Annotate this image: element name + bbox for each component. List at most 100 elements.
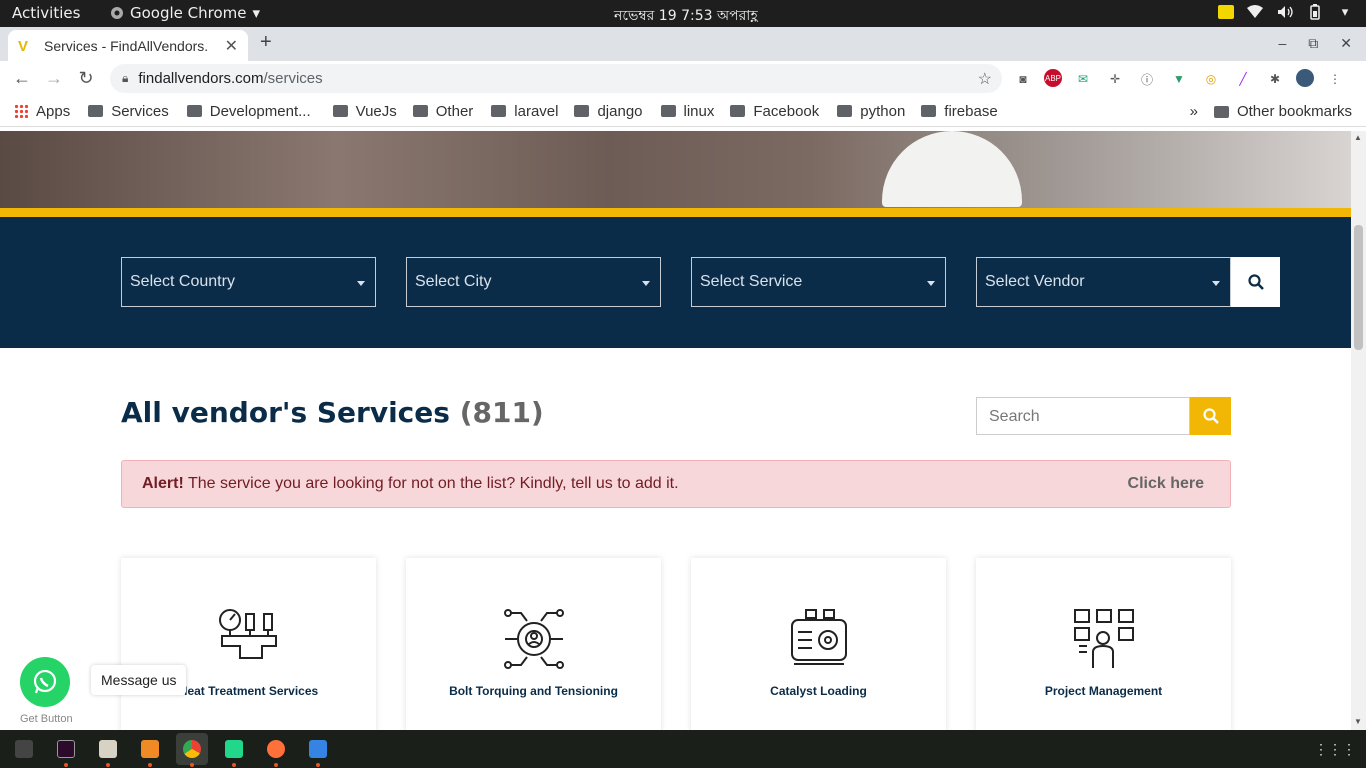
folder-icon [837, 105, 853, 117]
puzzle-icon[interactable]: ✱ [1264, 69, 1286, 89]
services-count: (811) [459, 396, 544, 429]
vendor-select[interactable]: Select Vendor [976, 257, 1231, 307]
profile-icon[interactable] [1296, 69, 1314, 87]
code-icon[interactable]: ⓘ [1136, 69, 1158, 89]
vue-icon[interactable]: ▼ [1168, 69, 1190, 89]
bookmark-folder[interactable]: Other [412, 103, 473, 120]
bookmark-folder[interactable]: linux [660, 103, 714, 120]
abp-icon[interactable]: ABP [1044, 69, 1062, 87]
battery-icon[interactable] [1306, 3, 1324, 21]
bookmark-folder[interactable]: VueJs [332, 102, 397, 120]
show-applications-icon[interactable]: ⋮⋮⋮ [1314, 741, 1356, 758]
url-domain: findallvendors.com [138, 70, 264, 87]
forward-icon[interactable]: → [38, 68, 70, 89]
close-tab-icon[interactable]: ✕ [225, 36, 238, 56]
folder-icon [88, 105, 104, 117]
lock-icon[interactable]: 🔒︎ [122, 71, 128, 86]
bookmarks-overflow-button[interactable]: » [1190, 103, 1198, 120]
system-tray[interactable]: ▾ [1218, 3, 1354, 21]
scrollbar-thumb[interactable] [1354, 225, 1363, 350]
alert-banner: Alert! The service you are looking for n… [121, 460, 1231, 508]
bookmark-label: VueJs [355, 102, 397, 120]
apps-grid-icon [14, 104, 28, 118]
filter-search-button[interactable] [1231, 257, 1280, 307]
text-editor-icon[interactable] [302, 733, 334, 767]
bolt-gear-icon [504, 609, 564, 669]
bookmark-folder[interactable]: firebase [921, 103, 998, 120]
page-title: All vendor's Services (811) [121, 396, 544, 429]
close-window-button[interactable]: ✕ [1340, 35, 1352, 52]
alert-strong: Alert! [142, 475, 184, 492]
country-select-label: Select Country [130, 273, 235, 290]
camera-icon[interactable]: ◙ [1012, 69, 1034, 89]
bookmark-folder[interactable]: Development... [186, 103, 311, 120]
bookmark-folder[interactable]: django [574, 103, 643, 120]
hero-banner-image [0, 131, 1351, 208]
service-card[interactable]: Project Management [976, 558, 1231, 730]
bookmark-folder[interactable]: laravel [491, 103, 558, 120]
sublime-text-icon[interactable] [134, 733, 166, 767]
folder-icon [921, 105, 937, 117]
new-tab-button[interactable]: + [260, 31, 272, 54]
folder-icon [412, 105, 428, 117]
back-icon[interactable]: ← [6, 68, 38, 89]
clock[interactable]: নভেম্বর 19 7:53 অপরাহ্ণ [614, 4, 758, 28]
address-bar[interactable]: 🔒︎ findallvendors.com/services ☆ [110, 64, 1002, 93]
app-menu[interactable]: Google Chrome ▾ [110, 4, 260, 22]
service-card[interactable]: Catalyst Loading [691, 558, 946, 730]
chrome-icon[interactable] [176, 733, 208, 767]
service-select[interactable]: Select Service [691, 257, 946, 307]
whatsapp-message-bubble[interactable]: Message us [91, 665, 187, 695]
files-icon[interactable] [92, 733, 124, 767]
findallvendors-favicon-icon: V [18, 37, 29, 55]
pen-icon[interactable]: ╱ [1232, 69, 1254, 89]
click-here-link[interactable]: Click here [1128, 475, 1204, 493]
services-search-button[interactable] [1190, 397, 1231, 435]
service-card[interactable]: Bolt Torquing and Tensioning [406, 558, 661, 730]
restore-button[interactable]: ⧉ [1308, 35, 1318, 52]
whatsapp-button[interactable] [20, 657, 70, 707]
caret-down-icon [1212, 281, 1220, 286]
whatsapp-icon [33, 669, 57, 694]
get-button-credit[interactable]: Get Button [20, 713, 73, 725]
page-scrollbar[interactable]: ▲ ▼ [1351, 131, 1366, 730]
minimize-button[interactable]: – [1278, 35, 1286, 52]
filter-bar: Select Country Select City Select Servic… [0, 217, 1351, 348]
wifi-icon[interactable] [1246, 3, 1264, 21]
tab-services[interactable]: V Services - FindAllVendors. ✕ [8, 30, 248, 61]
caret-down-icon [927, 281, 935, 286]
menu-icon[interactable]: ⋮ [1324, 69, 1346, 89]
reload-icon[interactable]: ↻ [70, 68, 102, 89]
terminal-small-icon[interactable] [8, 733, 40, 765]
search-icon [1247, 274, 1264, 290]
notes-icon[interactable] [1218, 5, 1234, 19]
chrome-ext-icon[interactable]: ◎ [1200, 69, 1222, 89]
bookmark-apps[interactable]: Apps [14, 103, 70, 120]
mail-icon[interactable]: ✉ [1072, 69, 1094, 89]
url-path: /services [263, 70, 323, 87]
bookmark-folder[interactable]: Services [88, 103, 169, 120]
service-card[interactable]: Heat Treatment Services [121, 558, 376, 730]
navigation-bar: ← → ↻ 🔒︎ findallvendors.com/services ☆ ◙… [0, 61, 1366, 96]
pycharm-icon[interactable] [218, 733, 250, 767]
other-bookmarks-folder[interactable]: Other bookmarks [1213, 103, 1352, 120]
firefox-icon[interactable] [260, 733, 292, 767]
scroll-down-icon[interactable]: ▼ [1354, 717, 1362, 726]
tab-strip: V Services - FindAllVendors. ✕ + – ⧉ ✕ [0, 27, 1366, 61]
system-top-bar: Activities Google Chrome ▾ নভেম্বর 19 7:… [0, 0, 1366, 27]
heat-treatment-icon [219, 609, 277, 659]
scroll-up-icon[interactable]: ▲ [1354, 133, 1362, 142]
alert-text: The service you are looking for not on t… [183, 475, 679, 492]
services-search-input[interactable]: Search [976, 397, 1190, 435]
city-select[interactable]: Select City [406, 257, 661, 307]
move-icon[interactable]: ✛ [1104, 69, 1126, 89]
power-menu-icon[interactable]: ▾ [1336, 3, 1354, 21]
bookmark-folder[interactable]: python [837, 103, 905, 120]
service-card-label: Project Management [1044, 684, 1163, 698]
country-select[interactable]: Select Country [121, 257, 376, 307]
terminal-icon[interactable] [50, 733, 82, 767]
bookmark-star-icon[interactable]: ☆ [978, 69, 992, 89]
bookmark-folder[interactable]: Facebook [730, 103, 819, 120]
activities-button[interactable]: Activities [12, 4, 80, 22]
volume-icon[interactable] [1276, 3, 1294, 21]
